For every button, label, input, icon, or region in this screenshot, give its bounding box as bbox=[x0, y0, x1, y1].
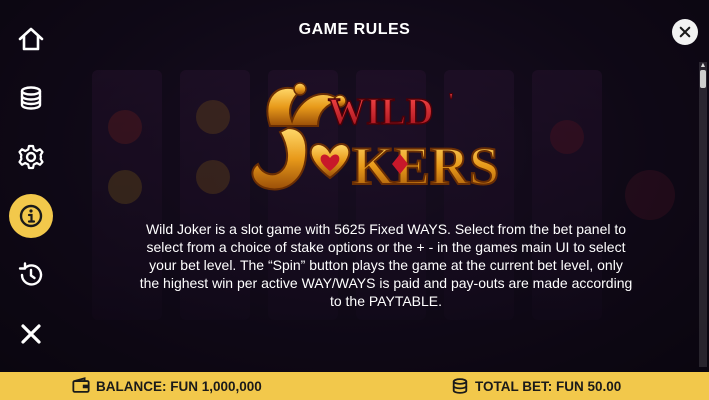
coins-icon bbox=[20, 86, 42, 110]
footer-bar: BALANCE: FUN 1,000,000 TOTAL BET: FUN 50… bbox=[0, 372, 709, 400]
bet-settings-button[interactable] bbox=[9, 76, 53, 120]
svg-text:': ' bbox=[448, 88, 454, 113]
scrollbar-track[interactable] bbox=[699, 62, 707, 367]
close-icon bbox=[679, 26, 691, 38]
logo-wild-text: WILD bbox=[328, 91, 434, 133]
total-bet-label: TOTAL BET: FUN 50.00 bbox=[475, 378, 622, 394]
scroll-up-arrow[interactable]: ▲ bbox=[699, 62, 707, 70]
total-bet-display: TOTAL BET: FUN 50.00 bbox=[451, 377, 621, 395]
info-button[interactable] bbox=[9, 194, 53, 238]
page-title: GAME RULES bbox=[298, 21, 411, 38]
close-icon bbox=[21, 324, 41, 344]
gear-icon bbox=[18, 144, 44, 170]
history-icon bbox=[18, 262, 43, 286]
wild-jokers-logo: WILD ' KERS bbox=[251, 82, 500, 197]
rules-text: Wild Joker is a slot game with 5625 Fixe… bbox=[139, 221, 633, 309]
logo-kers-text: KERS bbox=[352, 136, 499, 196]
settings-button[interactable] bbox=[9, 135, 53, 179]
wallet-icon bbox=[72, 377, 90, 393]
balance-label: BALANCE: FUN 1,000,000 bbox=[96, 378, 262, 394]
sidebar bbox=[0, 0, 62, 372]
scrollbar-thumb[interactable] bbox=[700, 70, 706, 88]
coins-icon bbox=[452, 378, 468, 394]
history-button[interactable] bbox=[9, 253, 53, 297]
balance-display: BALANCE: FUN 1,000,000 bbox=[72, 377, 262, 395]
close-rules-button[interactable] bbox=[672, 19, 698, 45]
info-icon bbox=[19, 204, 43, 228]
exit-button[interactable] bbox=[9, 312, 53, 356]
